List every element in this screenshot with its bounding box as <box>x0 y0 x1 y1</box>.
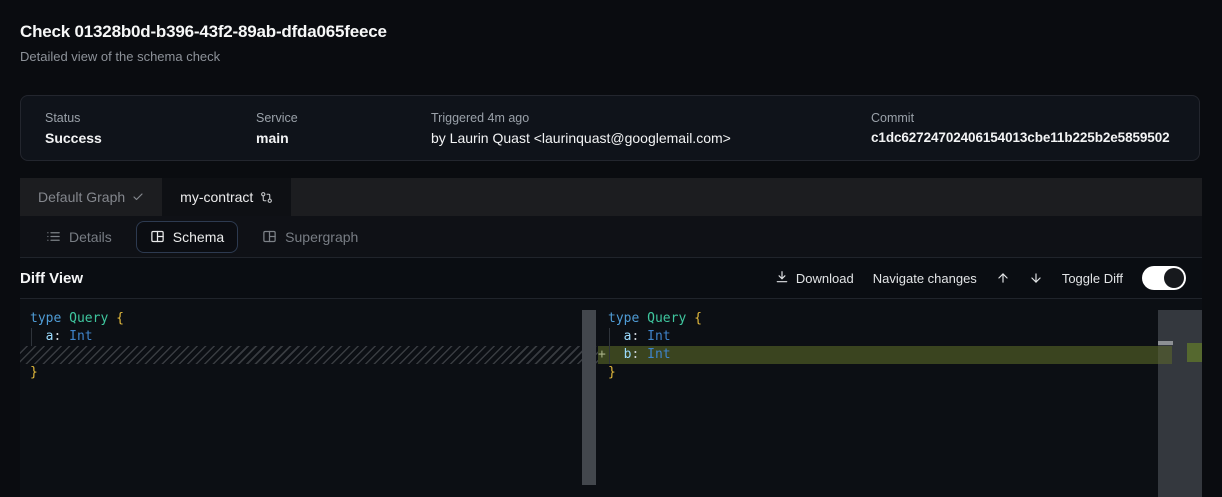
status-label: Status <box>45 111 256 125</box>
code-line: a: Int <box>598 328 1202 346</box>
tab-default-graph[interactable]: Default Graph <box>20 178 162 216</box>
download-icon <box>775 270 789 287</box>
page-title: Check 01328b0d-b396-43f2-89ab-dfda065fee… <box>20 22 387 42</box>
summary-field-triggered: Triggered 4m ago by Laurin Quast <laurin… <box>431 111 871 146</box>
indent-guide <box>31 328 32 346</box>
code-line: type Query { <box>598 310 1202 328</box>
page-header: Check 01328b0d-b396-43f2-89ab-dfda065fee… <box>20 22 387 64</box>
left-scrollbar-slider[interactable] <box>582 310 596 485</box>
diff-pane-before[interactable]: type Query { a: Int} <box>20 299 598 497</box>
download-label: Download <box>796 271 854 286</box>
schema-check-page: Check 01328b0d-b396-43f2-89ab-dfda065fee… <box>0 0 1222 497</box>
columns-icon <box>262 229 277 244</box>
service-value: main <box>256 130 431 146</box>
code-line: type Query { <box>20 310 598 328</box>
commit-label: Commit <box>871 111 1175 125</box>
tab-details-label: Details <box>69 229 112 245</box>
tab-default-graph-label: Default Graph <box>38 189 125 205</box>
code-line: a: Int <box>20 328 598 346</box>
graph-tab-strip: Default Graph my-contract <box>20 178 1202 216</box>
tab-my-contract-label: my-contract <box>180 189 253 205</box>
tab-schema-label: Schema <box>173 229 224 245</box>
diff-added-line: + b: Int <box>598 346 1202 364</box>
check-icon <box>132 191 144 203</box>
tab-schema[interactable]: Schema <box>136 221 238 253</box>
diff-gutter-sign <box>598 310 608 328</box>
next-change-button[interactable] <box>1029 271 1043 285</box>
toggle-diff-label: Toggle Diff <box>1062 271 1123 286</box>
triggered-label: Triggered 4m ago <box>431 111 871 125</box>
summary-field-commit: Commit c1dc62724702406154013cbe11b225b2e… <box>871 111 1175 145</box>
summary-field-service: Service main <box>256 111 431 146</box>
schema-diff-editor[interactable]: type Query { a: Int} type Query { a: Int… <box>20 299 1202 497</box>
diff-pane-after[interactable]: type Query { a: Int+ b: Int } <box>598 299 1202 497</box>
view-tab-bar: Details Schema Supergraph <box>20 216 1202 258</box>
tab-supergraph-label: Supergraph <box>285 229 358 245</box>
ruler-added-marker <box>1187 343 1202 362</box>
status-value: Success <box>45 130 256 146</box>
overview-ruler-scrollbar[interactable] <box>1158 310 1202 497</box>
ruler-added-blend <box>1158 346 1172 364</box>
list-icon <box>46 229 61 244</box>
diff-gutter-sign: + <box>598 346 608 364</box>
tab-details[interactable]: Details <box>32 221 126 253</box>
toggle-diff-switch[interactable] <box>1142 266 1186 290</box>
summary-field-status: Status Success <box>45 111 256 146</box>
triggered-value: by Laurin Quast <laurinquast@googlemail.… <box>431 130 871 146</box>
tab-supergraph[interactable]: Supergraph <box>248 221 372 253</box>
diff-toolbar: Diff View Download Navigate changes Togg… <box>20 258 1202 299</box>
columns-icon <box>150 229 165 244</box>
previous-change-button[interactable] <box>996 271 1010 285</box>
diff-view-title: Diff View <box>20 270 83 287</box>
diff-gutter-sign <box>598 328 608 346</box>
diff-toolbar-actions: Download Navigate changes Toggle Diff <box>775 266 1186 290</box>
diff-gutter-sign <box>598 364 608 382</box>
code-line: } <box>598 364 1202 382</box>
commit-value: c1dc62724702406154013cbe11b225b2e5859502 <box>871 130 1175 145</box>
indent-guide <box>609 328 610 364</box>
check-summary-card: Status Success Service main Triggered 4m… <box>20 95 1200 161</box>
service-label: Service <box>256 111 431 125</box>
ruler-modified-strip <box>1158 341 1173 345</box>
code-line: } <box>20 364 598 382</box>
git-compare-icon <box>260 191 273 204</box>
tab-my-contract[interactable]: my-contract <box>162 178 291 216</box>
download-button[interactable]: Download <box>775 270 854 287</box>
diff-filler-line <box>20 346 598 364</box>
navigate-changes-label: Navigate changes <box>873 271 977 286</box>
switch-knob <box>1164 268 1184 288</box>
page-subtitle: Detailed view of the schema check <box>20 49 387 64</box>
